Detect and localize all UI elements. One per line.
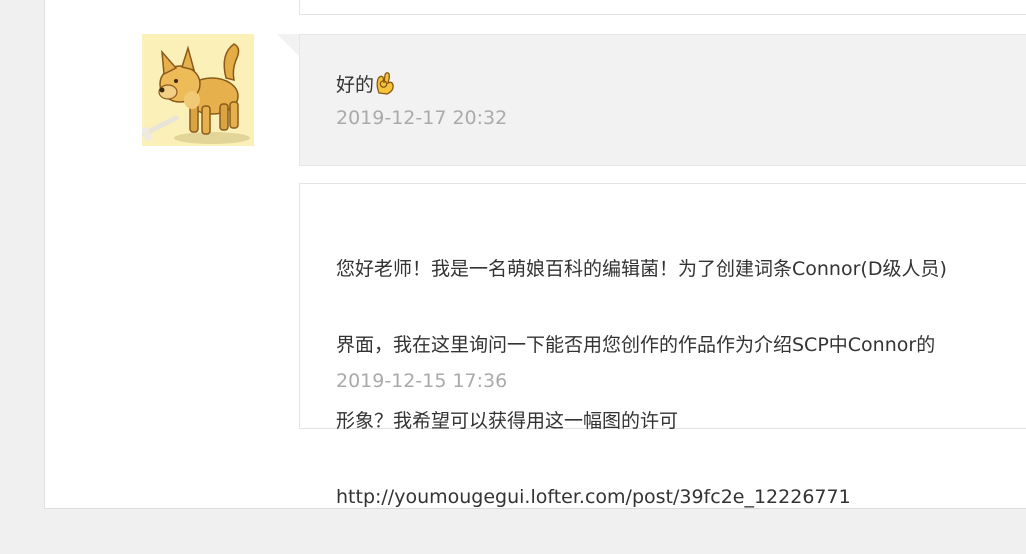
- message-timestamp: 2019-12-17 20:32: [336, 107, 508, 129]
- received-bubble-tail: [277, 34, 299, 56]
- received-message-bubble: 好的 2019-12-17 20:32: [299, 34, 1026, 166]
- message-link[interactable]: http://youmougegui.lofter.com/post/39fc2…: [336, 478, 1026, 516]
- message-line: 您好老师！我是一名萌娘百科的编辑菌！为了创建词条Connor(D级人员): [336, 258, 947, 280]
- previous-message-bubble: [299, 0, 1026, 15]
- ok-hand-icon: [375, 70, 395, 108]
- sent-message-bubble: 您好老师！我是一名萌娘百科的编辑菌！为了创建词条Connor(D级人员) 界面，…: [299, 183, 1026, 508]
- message-line: 界面，我在这里询问一下能否用您创作的作品作为介绍SCP中Connor的: [336, 334, 936, 356]
- message-text: 好的: [336, 66, 1026, 108]
- message-line: 形象？我希望可以获得用这一幅图的许可: [336, 410, 679, 432]
- avatar[interactable]: [142, 34, 254, 146]
- message-thread-panel: 好的 2019-12-17 20:32 您好老师！我是一名萌娘百科的编辑菌！为了…: [44, 0, 1026, 509]
- dog-avatar-icon: [142, 34, 254, 146]
- message-text-content: 好的: [336, 74, 375, 96]
- message-timestamp: 2019-12-15 17:36: [336, 370, 508, 392]
